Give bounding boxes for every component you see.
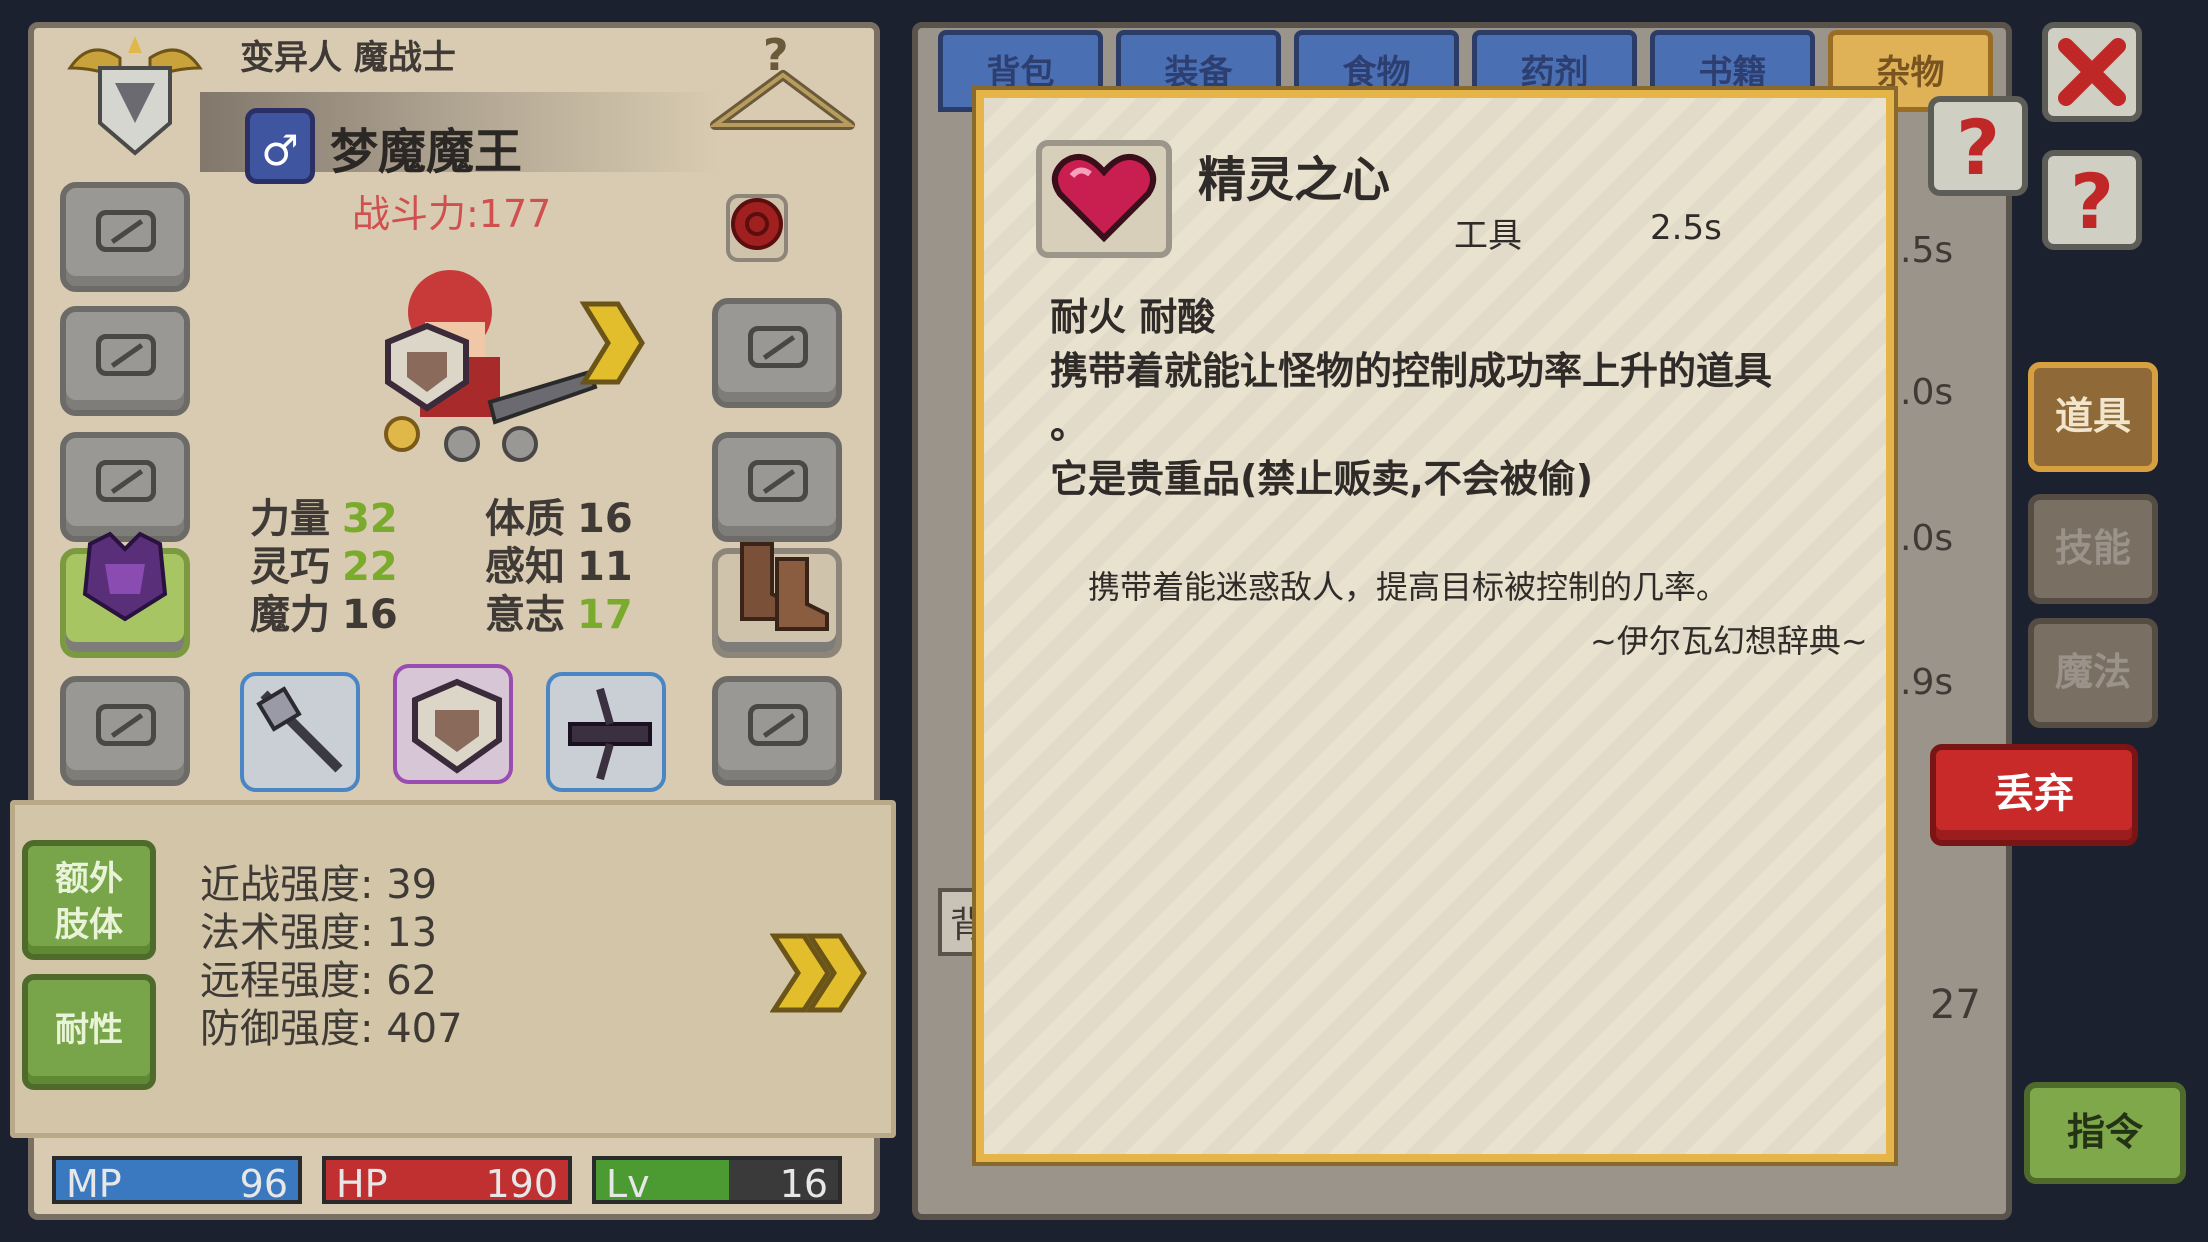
equip-slot-empty[interactable]: [60, 306, 190, 416]
empty-slot-icon: [748, 326, 808, 368]
shield-slot[interactable]: [393, 664, 513, 784]
stat-magic: 魔力 16: [250, 582, 398, 640]
svg-text:?: ?: [2070, 157, 2114, 244]
equip-slot-armor[interactable]: [60, 531, 190, 658]
equip-slot-boots[interactable]: [712, 542, 842, 658]
item-note: 它是贵重品(禁止贩卖,不会被偷): [1050, 457, 1594, 501]
question-mark-icon: ?: [2070, 157, 2114, 246]
defense-strength: 防御强度: 407: [200, 1006, 463, 1052]
empty-slot-icon: [96, 210, 156, 252]
side-tab-items[interactable]: 道具: [2028, 362, 2158, 472]
hanger-icon[interactable]: ?: [705, 30, 860, 140]
combat-power: 战斗力:177: [352, 192, 552, 236]
close-button[interactable]: [2042, 22, 2142, 122]
item-name: 精灵之心: [1198, 152, 1391, 208]
item-time-value: .5s: [1900, 230, 1954, 271]
help-button[interactable]: ?: [2042, 150, 2142, 250]
empty-slot-icon: [748, 704, 808, 746]
hp-bar: HP 190: [322, 1156, 572, 1206]
boots-icon: [740, 542, 829, 631]
item-properties: 耐火 耐酸: [1050, 295, 1216, 339]
item-category: 工具: [1454, 216, 1522, 256]
item-flavor-text: 携带着能迷惑敌人，提高目标被控制的几率。: [1088, 568, 1729, 606]
equip-slot-empty[interactable]: [712, 298, 842, 408]
hp-label: HP: [336, 1162, 388, 1206]
stat-label: 魔力: [250, 592, 330, 638]
equip-slot-empty[interactable]: [60, 182, 190, 292]
armor-icon: [82, 531, 168, 622]
empty-slot-icon: [96, 704, 156, 746]
side-tab-magic[interactable]: 魔法: [2028, 618, 2158, 728]
item-description: 携带着就能让怪物的控制成功率上升的道具: [1050, 349, 1773, 393]
resistance-button[interactable]: 耐性: [22, 974, 156, 1090]
amulet-icon[interactable]: [722, 186, 792, 266]
mp-label: MP: [66, 1162, 122, 1206]
mp-bar: MP 96: [52, 1156, 302, 1206]
weapon-slot-axe[interactable]: [240, 672, 360, 792]
ranged-slot-crossbow[interactable]: [546, 672, 666, 792]
hp-value: 190: [485, 1162, 558, 1206]
item-time-value: .9s: [1900, 662, 1954, 703]
shield-icon: [385, 322, 469, 412]
command-button[interactable]: 指令: [2024, 1082, 2186, 1184]
stat-value: 16: [342, 592, 398, 638]
close-icon: [2058, 38, 2126, 106]
mp-value: 96: [239, 1162, 288, 1206]
axe-icon: [256, 686, 343, 773]
stat-value: 17: [577, 592, 633, 638]
question-mark-icon: ?: [1956, 103, 2000, 192]
stat-will: 意志 17: [485, 582, 633, 640]
shield-item-icon: [412, 678, 502, 774]
item-count: 27: [1930, 982, 1981, 1028]
class-label: 变异人 魔战士: [240, 38, 456, 78]
level-value: 16: [779, 1162, 828, 1206]
stat-label: 意志: [485, 592, 565, 638]
extra-limb-button[interactable]: 额外 肢体: [22, 840, 156, 960]
item-icon-frame: [1036, 140, 1172, 258]
item-time-value: .0s: [1900, 518, 1954, 559]
equip-slot-empty[interactable]: [60, 676, 190, 786]
equip-slot-empty[interactable]: [712, 676, 842, 786]
empty-slot-icon: [96, 460, 156, 502]
gender-badge: ♂: [245, 108, 315, 184]
empty-slot-icon: [748, 460, 808, 502]
svg-text:?: ?: [1956, 103, 2000, 190]
discard-button[interactable]: 丢弃: [1930, 744, 2138, 846]
heart-icon: [1051, 153, 1157, 243]
double-arrow-icon[interactable]: [770, 928, 870, 1018]
rank-emblem-icon: [67, 36, 203, 156]
level-label: Lv: [606, 1162, 650, 1206]
next-arrow-icon[interactable]: [578, 298, 648, 388]
level-bar: Lv 16: [592, 1156, 842, 1206]
character-name: 梦魔魔王: [330, 124, 523, 180]
empty-slot-icon: [96, 334, 156, 376]
help-button[interactable]: ?: [1928, 96, 2028, 196]
item-time: 2.5s: [1650, 208, 1722, 248]
item-flavor-source: ~伊尔瓦幻想辞典~: [1590, 622, 1868, 660]
item-description-cont: 。: [1050, 403, 1089, 447]
crossbow-icon: [568, 687, 652, 781]
item-time-value: .0s: [1900, 372, 1954, 413]
side-tab-skills[interactable]: 技能: [2028, 494, 2158, 604]
